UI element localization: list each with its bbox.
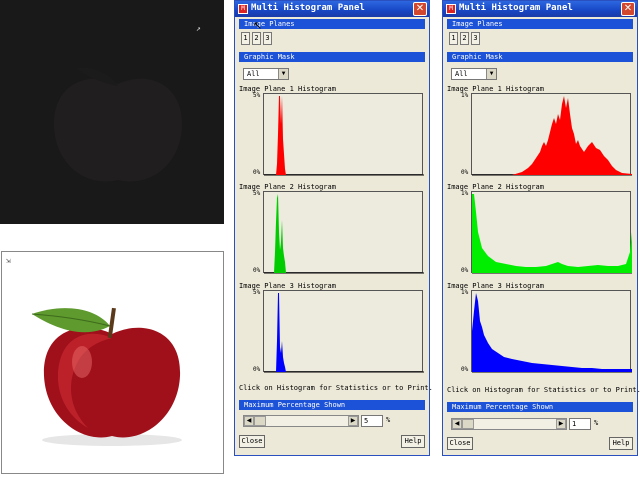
plane-buttons: 1 2 3 xyxy=(449,32,480,45)
desktop: ↗ ⇲ M Multi Histogram Panel ✕ Image Plan… xyxy=(0,0,640,480)
title-bar[interactable]: M Multi Histogram Panel ✕ xyxy=(443,1,637,17)
histogram-3-plot[interactable] xyxy=(471,290,632,373)
mouse-pointer: ↖ xyxy=(253,19,263,32)
title-bar[interactable]: M Multi Histogram Panel ✕ xyxy=(235,1,429,17)
plane-2-button[interactable]: 2 xyxy=(252,32,261,45)
plane-3-button[interactable]: 3 xyxy=(263,32,272,45)
app-icon: M xyxy=(446,4,456,14)
close-icon[interactable]: ✕ xyxy=(621,2,635,16)
arrow-left-icon[interactable]: ◀ xyxy=(244,416,254,426)
mask-select[interactable]: All ▼ xyxy=(243,68,289,80)
arrow-left-icon[interactable]: ◀ xyxy=(452,419,462,429)
percent-sign: % xyxy=(594,419,599,427)
footer-hint: Click on Histogram for Statistics or to … xyxy=(239,384,433,392)
apple-image xyxy=(31,307,182,446)
plane-buttons: 1 2 3 xyxy=(241,32,272,45)
percentage-scrollbar[interactable]: ◀ ▶ xyxy=(451,418,567,430)
graphic-mask-header: Graphic Mask xyxy=(239,52,425,62)
histogram-2-plot[interactable] xyxy=(471,191,632,274)
histogram-window-2: M Multi Histogram Panel ✕ Image Planes 1… xyxy=(442,0,640,456)
chevron-down-icon[interactable]: ▼ xyxy=(486,69,496,79)
histogram-1-min: 0% xyxy=(461,169,469,176)
plane-2-button[interactable]: 2 xyxy=(460,32,469,45)
help-button[interactable]: Help xyxy=(609,437,633,450)
histogram-2-max: 5% xyxy=(253,190,261,197)
percentage-scrollbar[interactable]: ◀ ▶ xyxy=(243,415,359,427)
close-icon[interactable]: ✕ xyxy=(413,2,427,16)
color-image-view: ⇲ xyxy=(1,251,224,474)
plane-3-button[interactable]: 3 xyxy=(471,32,480,45)
dark-image-view: ↗ xyxy=(0,0,224,224)
percentage-input[interactable]: 5 xyxy=(361,415,383,427)
plane-1-button[interactable]: 1 xyxy=(449,32,458,45)
max-percentage-header: Maximum Percentage Shown xyxy=(447,402,633,412)
image-planes-header: Image Planes xyxy=(239,19,425,29)
close-button[interactable]: Close xyxy=(239,435,265,448)
mask-select-value: All xyxy=(455,70,468,78)
graphic-mask-header: Graphic Mask xyxy=(447,52,633,62)
histogram-2-min: 0% xyxy=(253,267,261,274)
max-percentage-header: Maximum Percentage Shown xyxy=(239,400,425,410)
histogram-1-plot[interactable] xyxy=(471,93,632,176)
histogram-2-max: 1% xyxy=(461,190,469,197)
histogram-1-max: 1% xyxy=(461,92,469,99)
close-button[interactable]: Close xyxy=(447,437,473,450)
app-icon: M xyxy=(238,4,248,14)
help-button[interactable]: Help xyxy=(401,435,425,448)
histogram-2-min: 0% xyxy=(461,267,469,274)
cursor-marker: ⇲ xyxy=(6,256,11,265)
histogram-1-max: 5% xyxy=(253,92,261,99)
chevron-down-icon[interactable]: ▼ xyxy=(278,69,288,79)
image-planes-header: Image Planes xyxy=(447,19,633,29)
mask-select-value: All xyxy=(247,70,260,78)
histogram-window-1: M Multi Histogram Panel ✕ Image Planes 1… xyxy=(234,0,433,456)
window-title: Multi Histogram Panel xyxy=(251,3,365,13)
histogram-3-max: 1% xyxy=(461,289,469,296)
percentage-input[interactable]: 1 xyxy=(569,418,591,430)
arrow-right-icon[interactable]: ▶ xyxy=(348,416,358,426)
percent-sign: % xyxy=(386,416,391,424)
footer-hint: Click on Histogram for Statistics or to … xyxy=(447,386,640,394)
cursor-marker: ↗ xyxy=(196,24,201,33)
histogram-2-plot[interactable] xyxy=(263,191,424,274)
scroll-thumb[interactable] xyxy=(462,419,474,429)
histogram-3-max: 5% xyxy=(253,289,261,296)
arrow-right-icon[interactable]: ▶ xyxy=(556,419,566,429)
plane-1-button[interactable]: 1 xyxy=(241,32,250,45)
dark-apple-image xyxy=(54,67,182,182)
mask-select[interactable]: All ▼ xyxy=(451,68,497,80)
histogram-1-plot[interactable] xyxy=(263,93,424,176)
window-title: Multi Histogram Panel xyxy=(459,3,573,13)
histogram-3-min: 0% xyxy=(461,366,469,373)
scroll-thumb[interactable] xyxy=(254,416,266,426)
histogram-1-min: 0% xyxy=(253,169,261,176)
histogram-3-min: 0% xyxy=(253,366,261,373)
histogram-3-plot[interactable] xyxy=(263,290,424,373)
